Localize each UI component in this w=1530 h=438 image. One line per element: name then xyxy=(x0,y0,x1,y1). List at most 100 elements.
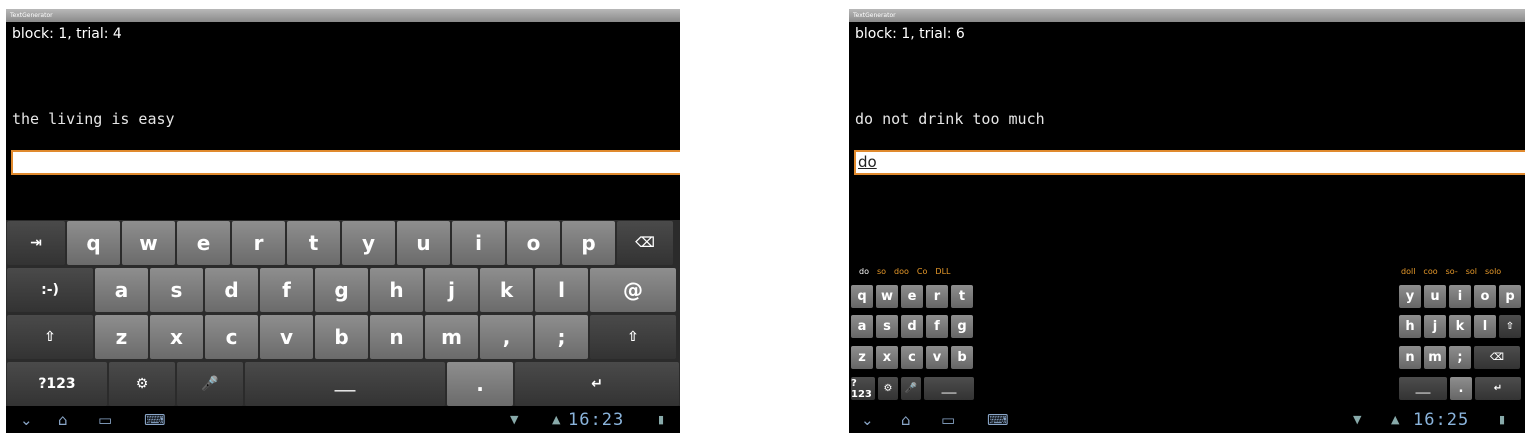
key-row1-5[interactable]: t xyxy=(287,221,340,265)
split-key[interactable]: ; xyxy=(1449,346,1471,369)
split-key[interactable]: j xyxy=(1424,315,1446,338)
suggestion-item[interactable]: coo xyxy=(1423,267,1437,276)
suggestion-item[interactable]: doo xyxy=(894,267,909,276)
split-key[interactable]: b xyxy=(951,346,973,369)
key-row1-4[interactable]: r xyxy=(232,221,285,265)
suggestion-item[interactable]: DLL xyxy=(935,267,950,276)
key-row2-10[interactable]: @ xyxy=(590,268,676,312)
recent-apps-icon[interactable]: ▭ xyxy=(941,411,955,429)
split-key[interactable]: e xyxy=(901,285,923,308)
key-row1-10[interactable]: p xyxy=(562,221,615,265)
split-key[interactable]: w xyxy=(876,285,898,308)
key-row4-3[interactable]: ___ xyxy=(245,362,445,406)
split-key[interactable]: y xyxy=(1399,285,1421,308)
key-row2-1[interactable]: a xyxy=(95,268,148,312)
suggestion-item[interactable]: sol xyxy=(1466,267,1477,276)
key-row2-6[interactable]: h xyxy=(370,268,423,312)
key-row3-6[interactable]: n xyxy=(370,315,423,359)
key-row1-2[interactable]: w xyxy=(122,221,175,265)
split-key[interactable]: v xyxy=(926,346,948,369)
key-row3-4[interactable]: v xyxy=(260,315,313,359)
split-key[interactable]: z xyxy=(851,346,873,369)
key-row2-2[interactable]: s xyxy=(150,268,203,312)
split-key[interactable]: ?123 xyxy=(851,377,875,400)
key-row2-3[interactable]: d xyxy=(205,268,258,312)
key-row3-10[interactable]: ⇧ xyxy=(590,315,676,359)
split-key[interactable]: t xyxy=(951,285,973,308)
key-row3-1[interactable]: z xyxy=(95,315,148,359)
suggestion-item[interactable]: do xyxy=(859,267,869,276)
key-row4-0[interactable]: ?123 xyxy=(7,362,107,406)
key-row2-0[interactable]: :-) xyxy=(7,268,93,312)
key-row1-6[interactable]: y xyxy=(342,221,395,265)
key-row2-8[interactable]: k xyxy=(480,268,533,312)
split-key[interactable]: 🎤 xyxy=(901,377,921,400)
suggestion-item[interactable]: doll xyxy=(1401,267,1415,276)
split-key[interactable]: i xyxy=(1449,285,1471,308)
key-row2-7[interactable]: j xyxy=(425,268,478,312)
split-key[interactable]: d xyxy=(901,315,923,338)
split-key[interactable]: ↵ xyxy=(1475,377,1521,400)
recent-apps-icon[interactable]: ▭ xyxy=(98,411,112,429)
split-key[interactable]: r xyxy=(926,285,948,308)
split-key[interactable]: ⌫ xyxy=(1474,346,1520,369)
key-row4-4[interactable]: . xyxy=(447,362,513,406)
key-row1-1[interactable]: q xyxy=(67,221,120,265)
target-phrase: the living is easy xyxy=(12,110,175,128)
battery-icon: ▮ xyxy=(1499,413,1506,426)
key-row3-0[interactable]: ⇧ xyxy=(7,315,93,359)
keyboard-row-3: ⇧ z x c v b n m,; ⇧ xyxy=(6,315,677,359)
split-key[interactable]: ⚙ xyxy=(878,377,898,400)
split-key[interactable]: ___ xyxy=(1399,377,1447,400)
key-row1-9[interactable]: o xyxy=(507,221,560,265)
key-row3-7[interactable]: m xyxy=(425,315,478,359)
split-key[interactable]: n xyxy=(1399,346,1421,369)
split-key[interactable]: ___ xyxy=(924,377,974,400)
key-row3-2[interactable]: x xyxy=(150,315,203,359)
split-key[interactable]: h xyxy=(1399,315,1421,338)
back-icon[interactable]: ⌄ xyxy=(861,411,874,429)
key-row1-3[interactable]: e xyxy=(177,221,230,265)
split-key[interactable]: g xyxy=(951,315,973,338)
suggestion-item[interactable]: Co xyxy=(917,267,927,276)
split-key[interactable]: o xyxy=(1474,285,1496,308)
home-icon[interactable]: ⌂ xyxy=(58,411,68,429)
home-icon[interactable]: ⌂ xyxy=(901,411,911,429)
split-key[interactable]: m xyxy=(1424,346,1446,369)
text-input[interactable]: do xyxy=(854,150,1525,175)
key-row3-5[interactable]: b xyxy=(315,315,368,359)
key-row3-9[interactable]: ; xyxy=(535,315,588,359)
split-key[interactable]: s xyxy=(876,315,898,338)
key-row3-8[interactable]: , xyxy=(480,315,533,359)
suggestion-item[interactable]: so- xyxy=(1446,267,1458,276)
key-row2-9[interactable]: l xyxy=(535,268,588,312)
split-key[interactable]: p xyxy=(1499,285,1521,308)
trial-label: block: 1, trial: 6 xyxy=(855,26,965,42)
split-key[interactable]: l xyxy=(1474,315,1496,338)
split-key[interactable]: . xyxy=(1450,377,1472,400)
keyboard-icon[interactable]: ⌨ xyxy=(144,411,166,429)
split-key[interactable]: k xyxy=(1449,315,1471,338)
split-key[interactable]: x xyxy=(876,346,898,369)
key-row4-1[interactable]: ⚙ xyxy=(109,362,175,406)
split-key[interactable]: q xyxy=(851,285,873,308)
split-key[interactable]: a xyxy=(851,315,873,338)
suggestion-item[interactable]: so xyxy=(877,267,886,276)
suggestion-item[interactable]: solo xyxy=(1485,267,1501,276)
split-key[interactable]: f xyxy=(926,315,948,338)
key-row1-0[interactable]: ⇥ xyxy=(7,221,65,265)
key-row1-8[interactable]: i xyxy=(452,221,505,265)
text-input[interactable] xyxy=(11,150,680,175)
key-row1-11[interactable]: ⌫ xyxy=(617,221,673,265)
key-row2-5[interactable]: g xyxy=(315,268,368,312)
split-key[interactable]: c xyxy=(901,346,923,369)
split-key[interactable]: ⇧ xyxy=(1499,315,1521,338)
keyboard-icon[interactable]: ⌨ xyxy=(987,411,1009,429)
split-key[interactable]: u xyxy=(1424,285,1446,308)
key-row4-5[interactable]: ↵ xyxy=(515,362,679,406)
key-row1-7[interactable]: u xyxy=(397,221,450,265)
key-row4-2[interactable]: 🎤 xyxy=(177,362,243,406)
key-row2-4[interactable]: f xyxy=(260,268,313,312)
key-row3-3[interactable]: c xyxy=(205,315,258,359)
back-icon[interactable]: ⌄ xyxy=(20,411,33,429)
